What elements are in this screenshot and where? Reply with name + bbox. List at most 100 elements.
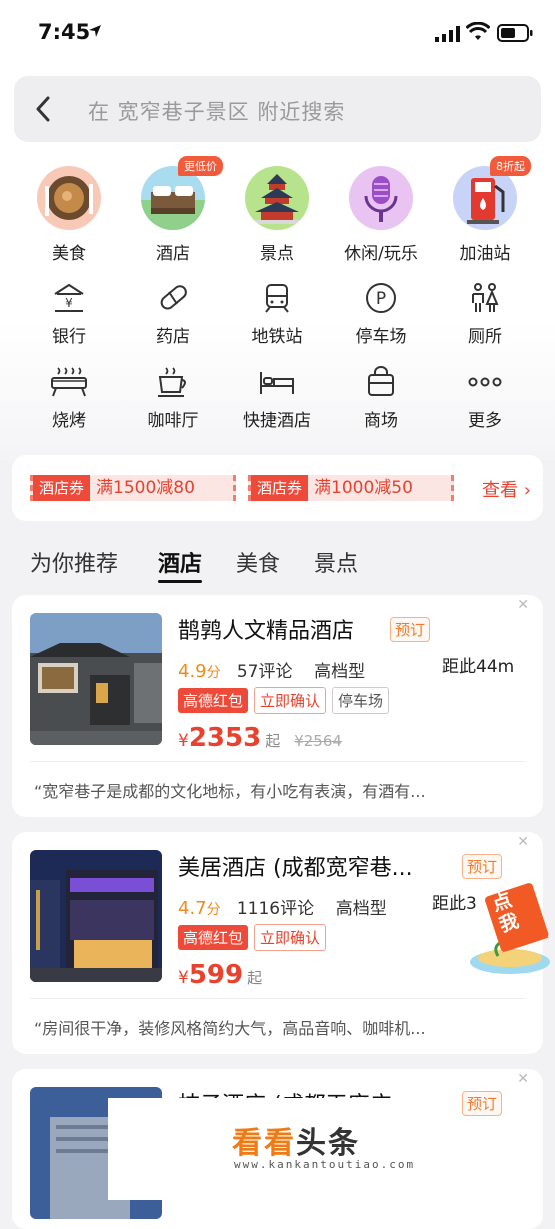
close-icon[interactable]: ✕ [517, 834, 529, 850]
coffee-icon [158, 367, 186, 397]
active-tab-indicator [158, 580, 202, 583]
tag-red-packet: 高德红包 [178, 688, 249, 713]
back-arrow-icon[interactable] [34, 96, 52, 122]
service-label: 地铁站 [251, 327, 303, 347]
service-label: 银行 [52, 327, 86, 347]
hotel-name: 美居酒店 (成都宽窄巷... [178, 856, 413, 881]
rating-unit: 分 [206, 902, 221, 918]
hotel-meta: 4.7分 1116评论 高档型 [178, 894, 387, 919]
coupon-text: 满1500减80 [96, 478, 195, 498]
service-label: 商场 [364, 411, 398, 431]
hotel-tags: 高德红包 立即确认 [178, 924, 332, 951]
hotel-tags: 高德红包 立即确认 停车场 [178, 687, 395, 714]
category-gas-station[interactable]: 8折起 加油站 [440, 156, 531, 264]
category-leisure[interactable]: 休闲/玩乐 [336, 166, 426, 264]
book-badge[interactable]: 预订 [462, 854, 503, 879]
parking-icon: P [366, 283, 396, 313]
wifi-icon [466, 22, 490, 40]
price-suffix: 起 [265, 732, 281, 750]
hotel-grade: 高档型 [335, 899, 387, 919]
service-cafe[interactable]: 咖啡厅 [123, 366, 223, 431]
shopping-bag-icon [368, 366, 394, 396]
service-more[interactable]: 更多 [435, 366, 535, 431]
coupon-text: 满1000减50 [314, 478, 413, 498]
watermark-overlay: 看看头条 www.kankantoutiao.com [108, 1098, 456, 1200]
price-suffix: 起 [247, 969, 263, 987]
tag-instant-confirm: 立即确认 [254, 924, 327, 951]
hotel-price: ¥2353 起 ¥2564 [178, 723, 342, 753]
category-hotel[interactable]: 更低价 酒店 [128, 156, 223, 264]
view-more-label: 查看 [482, 480, 518, 501]
grill-icon [51, 367, 87, 397]
hotel-meta: 4.9分 57评论 高档型 [178, 657, 365, 682]
pill-icon [160, 285, 187, 310]
service-label: 停车场 [355, 327, 407, 347]
food-icon [37, 166, 101, 230]
restroom-icon [472, 283, 499, 312]
tab-scenic[interactable]: 景点 [314, 546, 358, 578]
service-label: 咖啡厅 [147, 411, 199, 431]
category-label: 酒店 [156, 244, 190, 264]
category-badge: 更低价 [178, 156, 223, 176]
rating-value: 4.7 [178, 898, 207, 919]
rating-value: 4.9 [178, 661, 207, 682]
rating-score: 4.9分 [178, 661, 221, 682]
hotel-photo [30, 850, 162, 982]
view-more-link[interactable]: 查看 › [482, 476, 531, 502]
price-currency: ¥ [178, 731, 189, 751]
coupon-ticket[interactable]: 酒店券 满1500减80 [30, 475, 236, 501]
tab-hotel[interactable]: 酒店 [158, 546, 202, 578]
service-label: 烧烤 [52, 411, 86, 431]
service-subway[interactable]: 地铁站 [227, 282, 327, 347]
coupon-tag: 酒店券 [33, 475, 91, 501]
service-budget-hotel[interactable]: 快捷酒店 [227, 366, 327, 431]
battery-icon [497, 24, 533, 42]
category-label: 休闲/玩乐 [344, 244, 418, 264]
coupon-bar: 酒店券 满1500减80 酒店券 满1000减50 查看 › [12, 455, 543, 521]
status-bar: 7:45 [0, 0, 555, 70]
service-bank[interactable]: ¥ 银行 [19, 282, 119, 347]
service-parking[interactable]: P 停车场 [331, 282, 431, 347]
promo-float-button[interactable]: 点我 [468, 880, 552, 980]
subway-icon [265, 284, 289, 313]
search-bar[interactable]: 在 宽窄巷子景区 附近搜索 [14, 76, 541, 142]
close-icon[interactable]: ✕ [517, 597, 529, 613]
tag-instant-confirm: 立即确认 [254, 687, 327, 714]
close-icon[interactable]: ✕ [517, 1071, 529, 1087]
watermark-brand: 看看头条 [232, 1118, 360, 1162]
hotel-card[interactable]: ✕ 美居酒店 (成都宽窄巷... 预订 4.7分 1116评论 高档型 距此3 … [12, 832, 543, 1054]
price-value: 599 [188, 960, 244, 990]
rating-unit: 分 [206, 665, 221, 681]
hotel-card[interactable]: ✕ 鹊鹑人文精品酒店 预订 4.9分 57评论 高档型 距此44m 高德红包 立即… [12, 595, 543, 817]
service-bbq[interactable]: 烧烤 [19, 366, 119, 431]
book-badge[interactable]: 预订 [462, 1091, 503, 1116]
svg-text:P: P [376, 289, 386, 309]
tab-recommended[interactable]: 为你推荐 [30, 546, 118, 578]
service-mall[interactable]: 商场 [331, 366, 431, 431]
watermark-url: www.kankantoutiao.com [234, 1158, 416, 1171]
hotel-name: 鹊鹑人文精品酒店 [178, 619, 355, 644]
category-label: 加油站 [459, 244, 511, 264]
price-value: 2353 [188, 723, 262, 753]
category-badge: 8折起 [490, 156, 531, 176]
coupon-ticket[interactable]: 酒店券 满1000减50 [248, 475, 454, 501]
service-restroom[interactable]: 厕所 [435, 282, 535, 347]
book-badge[interactable]: 预订 [390, 617, 431, 642]
distance-label: 距此44m [442, 657, 515, 677]
category-scenic[interactable]: 景点 [232, 166, 322, 264]
service-label: 厕所 [468, 327, 502, 347]
price-currency: ¥ [178, 968, 189, 988]
watermark-brand-b: 头条 [296, 1126, 360, 1161]
tag-red-packet: 高德红包 [178, 925, 249, 950]
bank-icon: ¥ [54, 283, 84, 312]
more-dots-icon [468, 377, 502, 387]
service-pharmacy[interactable]: 药店 [123, 282, 223, 347]
category-food[interactable]: 美食 [24, 166, 114, 264]
temple-icon [245, 166, 309, 230]
status-time: 7:45 [38, 20, 91, 44]
original-price: ¥2564 [294, 732, 342, 750]
search-placeholder[interactable]: 在 宽窄巷子景区 附近搜索 [88, 96, 345, 126]
review-count: 57评论 [236, 662, 293, 682]
tab-bar: 为你推荐 酒店 美食 景点 [0, 546, 555, 586]
tab-food[interactable]: 美食 [236, 546, 280, 578]
